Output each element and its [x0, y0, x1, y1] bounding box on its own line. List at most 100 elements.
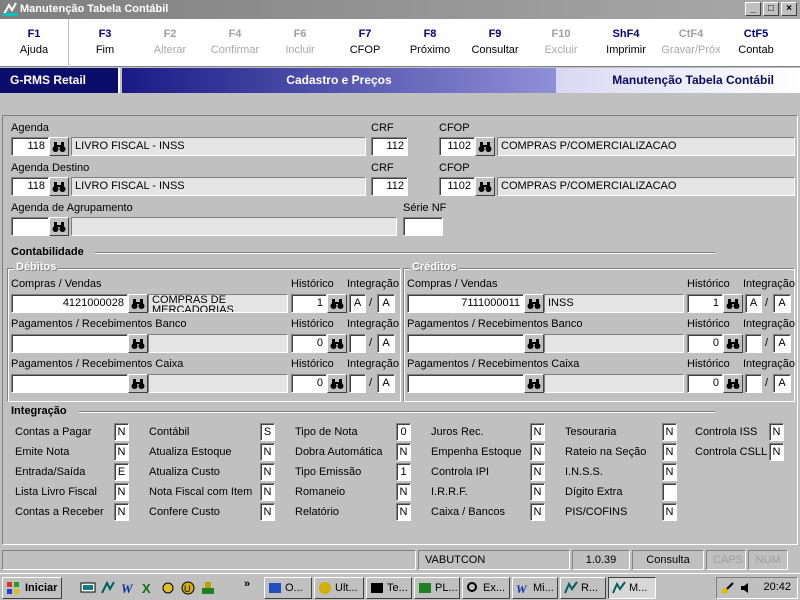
integracao-field[interactable]: A: [377, 374, 395, 393]
historico-field[interactable]: 1: [687, 294, 723, 313]
flag-field[interactable]: N: [396, 503, 411, 521]
desktop-icon[interactable]: [80, 580, 96, 596]
historico-field[interactable]: 0: [291, 374, 327, 393]
flag-field[interactable]: N: [260, 483, 275, 501]
flag-field[interactable]: N: [396, 483, 411, 501]
cfop-code-field[interactable]: 1102: [439, 137, 475, 156]
fkey-alterar[interactable]: F2 Alterar: [136, 19, 204, 67]
flag-field[interactable]: N: [530, 503, 545, 521]
binoculars-icon[interactable]: [128, 294, 148, 313]
integracao-field[interactable]: [349, 334, 366, 353]
task-button[interactable]: PL...: [414, 577, 460, 599]
historico-field[interactable]: 0: [687, 334, 723, 353]
task-button[interactable]: O...: [264, 577, 312, 599]
task-button[interactable]: Ult...: [314, 577, 364, 599]
binoculars-icon[interactable]: [524, 294, 544, 313]
fkey-excluir[interactable]: F10 Excluir: [527, 19, 595, 67]
flag-field[interactable]: [662, 483, 677, 501]
binoculars-icon[interactable]: [723, 334, 743, 353]
integracao-field[interactable]: A: [745, 294, 762, 313]
flag-field[interactable]: N: [260, 463, 275, 481]
integracao-field[interactable]: A: [377, 294, 395, 313]
integracao-field[interactable]: A: [349, 294, 366, 313]
integracao-field[interactable]: [745, 334, 762, 353]
integracao-field[interactable]: A: [773, 294, 791, 313]
task-button[interactable]: Te...: [366, 577, 412, 599]
integracao-field[interactable]: A: [773, 334, 791, 353]
fkey-confirmar[interactable]: F4 Confirmar: [201, 19, 269, 67]
binoculars-icon[interactable]: [49, 217, 69, 236]
account-field[interactable]: [11, 334, 128, 353]
account-field[interactable]: [407, 334, 524, 353]
flag-field[interactable]: N: [662, 463, 677, 481]
word-icon[interactable]: W: [120, 580, 136, 596]
integracao-field[interactable]: A: [377, 334, 395, 353]
network-tray-icon[interactable]: [721, 581, 735, 595]
flag-field[interactable]: N: [530, 483, 545, 501]
historico-field[interactable]: 0: [687, 374, 723, 393]
binoculars-icon[interactable]: [128, 334, 148, 353]
integracao-field[interactable]: [745, 374, 762, 393]
binoculars-icon[interactable]: [475, 177, 495, 196]
flag-field[interactable]: N: [769, 423, 784, 441]
account-field[interactable]: 4121000028: [11, 294, 128, 313]
title-bar[interactable]: Manutenção Tabela Contábil _ □ ×: [0, 0, 800, 19]
binoculars-icon[interactable]: [49, 137, 69, 156]
volume-icon[interactable]: [739, 581, 753, 595]
flag-field[interactable]: 0: [396, 423, 411, 441]
flag-field[interactable]: N: [530, 463, 545, 481]
flag-field[interactable]: N: [114, 483, 129, 501]
task-button[interactable]: Ex...: [462, 577, 510, 599]
binoculars-icon[interactable]: [49, 177, 69, 196]
binoculars-icon[interactable]: [723, 294, 743, 313]
flag-field[interactable]: N: [260, 503, 275, 521]
binoculars-icon[interactable]: [723, 374, 743, 393]
flag-field[interactable]: N: [662, 443, 677, 461]
flag-field[interactable]: N: [114, 443, 129, 461]
flag-field[interactable]: N: [769, 443, 784, 461]
cfop-code-field[interactable]: 1102: [439, 177, 475, 196]
fkey-incluir[interactable]: F6 Incluir: [266, 19, 334, 67]
binoculars-icon[interactable]: [327, 374, 347, 393]
fkey-fim[interactable]: F3 Fim: [71, 19, 139, 67]
flag-field[interactable]: 1: [396, 463, 411, 481]
crf-field[interactable]: 112: [371, 137, 408, 156]
flag-field[interactable]: N: [662, 423, 677, 441]
fkey-gravar-prox[interactable]: CtF4 Gravar/Próx: [657, 19, 725, 67]
account-field[interactable]: [407, 374, 524, 393]
flag-field[interactable]: N: [530, 423, 545, 441]
ultra-icon[interactable]: U: [180, 580, 196, 596]
integracao-field[interactable]: A: [773, 374, 791, 393]
binoculars-icon[interactable]: [128, 374, 148, 393]
close-button[interactable]: ×: [781, 2, 797, 16]
start-button[interactable]: Iniciar: [2, 577, 62, 599]
task-button-active[interactable]: M...: [608, 577, 656, 599]
tools-icon[interactable]: [160, 580, 176, 596]
app-shortcut-icon[interactable]: [100, 580, 116, 596]
crf-field[interactable]: 112: [371, 177, 408, 196]
agenda-code-field[interactable]: 118: [11, 137, 49, 156]
flag-field[interactable]: E: [114, 463, 129, 481]
agenda-destino-code-field[interactable]: 118: [11, 177, 49, 196]
fkey-ajuda[interactable]: F1 Ajuda: [0, 19, 68, 67]
flag-field[interactable]: N: [260, 443, 275, 461]
flag-field[interactable]: N: [114, 423, 129, 441]
task-button[interactable]: R...: [560, 577, 606, 599]
binoculars-icon[interactable]: [327, 294, 347, 313]
task-button[interactable]: W Mi...: [512, 577, 558, 599]
historico-field[interactable]: 0: [291, 334, 327, 353]
flag-field[interactable]: N: [530, 443, 545, 461]
flag-field[interactable]: N: [662, 503, 677, 521]
more-chevron-icon[interactable]: »: [244, 578, 250, 590]
fkey-cfop[interactable]: F7 CFOP: [331, 19, 399, 67]
flag-field[interactable]: S: [260, 423, 275, 441]
binoculars-icon[interactable]: [327, 334, 347, 353]
binoculars-icon[interactable]: [524, 374, 544, 393]
account-field[interactable]: 7111000011: [407, 294, 524, 313]
agrupamento-code-field[interactable]: [11, 217, 49, 236]
fkey-contab[interactable]: CtF5 Contab: [722, 19, 790, 67]
serie-field[interactable]: [403, 217, 443, 236]
binoculars-icon[interactable]: [524, 334, 544, 353]
historico-field[interactable]: 1: [291, 294, 327, 313]
account-field[interactable]: [11, 374, 128, 393]
